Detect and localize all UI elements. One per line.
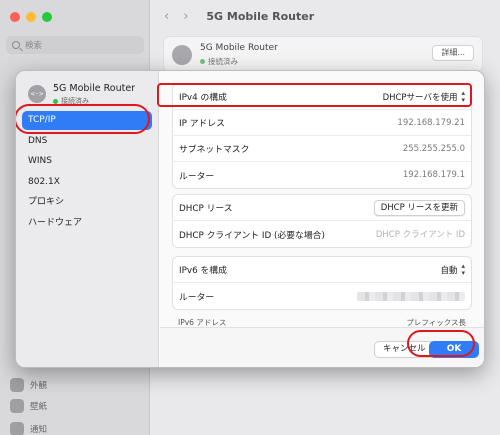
window-title: 5G Mobile Router: [206, 9, 315, 23]
background-toolbar: ‹ › 5G Mobile Router: [150, 0, 500, 32]
ipv6-group: IPv6 を構成 自動 ▴ ▾ ルーター: [172, 256, 472, 310]
status-text: 接続済み: [208, 57, 238, 66]
sidebar-item-notifications[interactable]: 通知: [10, 422, 47, 435]
sidebar-item-wins[interactable]: WINS: [22, 152, 152, 171]
subnet-mask-value: 255.255.255.0: [402, 143, 465, 154]
service-name: 5G Mobile Router: [200, 43, 278, 53]
router-icon: [172, 45, 192, 65]
sidebar-item-wallpaper[interactable]: 壁紙: [10, 399, 47, 413]
wallpaper-icon: [10, 399, 24, 413]
sidebar-item-8021x[interactable]: 802.1X: [22, 173, 152, 192]
popup-value: 自動: [440, 265, 458, 276]
router-label: ルーター: [179, 171, 215, 182]
dhcp-client-id-label: DHCP クライアント ID (必要な場合): [179, 230, 325, 241]
service-status: 接続済み: [200, 56, 238, 67]
notifications-icon: [10, 422, 24, 435]
annotation-highlight-ring: [407, 330, 475, 357]
ipv6-configure-popup[interactable]: 自動 ▴ ▾: [440, 261, 465, 277]
ipv6-router-row: ルーター: [173, 283, 471, 309]
service-name: 5G Mobile Router: [53, 83, 136, 94]
ip-address-label: IP アドレス: [179, 119, 225, 129]
prefix-length-column-header: プレフィックス長: [406, 318, 466, 327]
close-window-button[interactable]: [10, 12, 20, 22]
chevron-updown-icon: ▴ ▾: [461, 261, 465, 277]
sidebar-item-appearance[interactable]: 外観: [10, 378, 47, 392]
dhcp-client-id-row: DHCP クライアント ID (必要な場合) DHCP クライアント ID: [173, 221, 471, 247]
dhcp-lease-row: DHCP リース DHCP リースを更新: [173, 195, 471, 221]
annotation-highlight-ring: [16, 104, 150, 134]
ipv6-configure-label: IPv6 を構成: [179, 266, 227, 276]
ipv6-configure-row: IPv6 を構成 自動 ▴ ▾: [173, 257, 471, 283]
dhcp-group: DHCP リース DHCP リースを更新 DHCP クライアント ID (必要な…: [172, 194, 472, 248]
ipv6-router-label: ルーター: [179, 292, 215, 303]
subnet-mask-row: サブネットマスク 255.255.255.0: [173, 136, 471, 162]
renew-dhcp-lease-button[interactable]: DHCP リースを更新: [373, 199, 465, 216]
sidebar-item-hardware[interactable]: ハードウェア: [22, 214, 152, 233]
sidebar-item-label: 通知: [30, 425, 48, 435]
search-placeholder: 検索: [25, 41, 43, 51]
ip-address-row: IP アドレス 192.168.179.21: [173, 110, 471, 136]
dhcp-client-id-field[interactable]: DHCP クライアント ID: [376, 228, 465, 240]
ip-address-value: 192.168.179.21: [397, 117, 465, 128]
appearance-icon: [10, 378, 24, 392]
search-icon: [12, 41, 20, 49]
status-dot-icon: [200, 59, 205, 64]
router-row: ルーター 192.168.179.1: [173, 162, 471, 188]
connected-dot-icon: [53, 98, 58, 104]
forward-icon[interactable]: ›: [183, 9, 188, 24]
tcpip-settings-dialog: <·> 5G Mobile Router 接続済み TCP/IP DNS WIN…: [15, 70, 485, 368]
router-value: 192.168.179.1: [402, 170, 465, 180]
minimize-window-button[interactable]: [26, 12, 36, 22]
search-field[interactable]: 検索: [6, 36, 144, 54]
sidebar-item-label: 外観: [30, 381, 48, 391]
sidebar-item-label: 壁紙: [30, 402, 48, 412]
subnet-mask-label: サブネットマスク: [179, 145, 250, 155]
dialog-service-header: <·> 5G Mobile Router 接続済み: [28, 83, 135, 106]
dhcp-lease-label: DHCP リース: [179, 204, 233, 214]
ipv6-address-table-header: IPv6 アドレス プレフィックス長: [172, 317, 472, 327]
network-service-card: 5G Mobile Router 接続済み 詳細...: [163, 36, 483, 72]
router-icon: <·>: [28, 85, 46, 103]
details-button[interactable]: 詳細...: [432, 45, 474, 61]
sidebar-item-proxies[interactable]: プロキシ: [22, 193, 152, 212]
ipv6-address-column-header: IPv6 アドレス: [178, 318, 227, 327]
redacted-value: [357, 291, 465, 301]
zoom-window-button[interactable]: [42, 12, 52, 22]
dialog-main: IPv4 の構成 DHCPサーバを使用 ▴ ▾ IP アドレス 192.168.1…: [160, 71, 484, 367]
sidebar-item-dns[interactable]: DNS: [22, 132, 152, 151]
back-icon[interactable]: ‹: [164, 9, 169, 24]
annotation-highlight-box: [157, 83, 472, 107]
